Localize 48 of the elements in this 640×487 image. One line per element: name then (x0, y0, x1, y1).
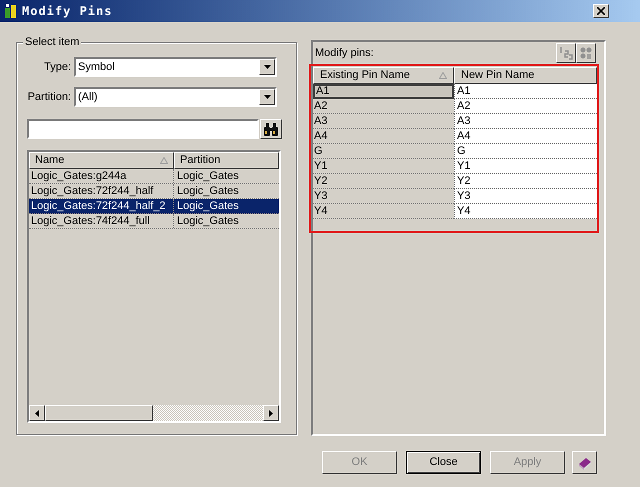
column-header[interactable]: New Pin Name (454, 67, 597, 84)
close-button[interactable] (593, 4, 609, 18)
left-arrow-icon (35, 410, 39, 416)
caret-icon (264, 95, 270, 99)
column-header[interactable]: Name (29, 152, 174, 169)
table-cell[interactable]: Y3 (454, 189, 597, 204)
swap-icon (579, 46, 593, 60)
search-field[interactable] (27, 119, 259, 139)
scroll-right-button[interactable] (263, 405, 279, 421)
panel-label: Modify pins: (315, 46, 375, 61)
table-cell[interactable]: A4 (454, 129, 597, 144)
close-icon (597, 7, 605, 15)
book-icon (576, 456, 592, 470)
binoculars-icon (263, 122, 279, 136)
type-dropdown[interactable]: Symbol (74, 57, 277, 77)
list-row[interactable]: Logic_Gates:72f244_half_2 Logic_Gates (29, 199, 279, 214)
field-label: Partition: (27, 90, 72, 105)
horizontal-scrollbar[interactable] (29, 405, 279, 421)
column-header[interactable]: Partition (174, 152, 279, 169)
table-cell[interactable]: Y1 (454, 159, 597, 174)
dialog-button[interactable]: Close (406, 451, 481, 474)
dropdown-button[interactable] (259, 59, 275, 75)
table-cell[interactable]: A2 (454, 99, 597, 114)
caret-icon (264, 65, 270, 69)
field-label: Type: (43, 60, 72, 75)
table-cell[interactable]: A1 (454, 84, 597, 99)
numbering-icon (559, 46, 573, 60)
scroll-thumb[interactable] (45, 405, 153, 421)
right-arrow-icon (269, 410, 273, 416)
sort-icon (439, 72, 447, 79)
partition-dropdown[interactable]: (All) (74, 87, 277, 107)
table-cell[interactable]: A3 (454, 114, 597, 129)
scroll-left-button[interactable] (29, 405, 45, 421)
numbering-button[interactable] (556, 43, 576, 63)
table-cell[interactable]: Y4 (454, 204, 597, 219)
dropdown-button[interactable] (259, 89, 275, 105)
find-button[interactable] (260, 119, 282, 139)
swap-button[interactable] (576, 43, 596, 63)
app-icon (3, 3, 19, 19)
table-cell[interactable]: G (454, 144, 597, 159)
help-button[interactable] (572, 451, 597, 474)
list-row[interactable]: Logic_Gates:74f244_full Logic_Gates (29, 214, 279, 229)
column-header[interactable]: Existing Pin Name (313, 67, 454, 84)
sort-icon (160, 157, 168, 164)
table-cell[interactable]: Y2 (454, 174, 597, 189)
list-row[interactable]: Logic_Gates:g244a Logic_Gates (29, 169, 279, 184)
table-cell[interactable]: A1 (313, 84, 454, 99)
window-title: Modify Pins (22, 3, 112, 20)
